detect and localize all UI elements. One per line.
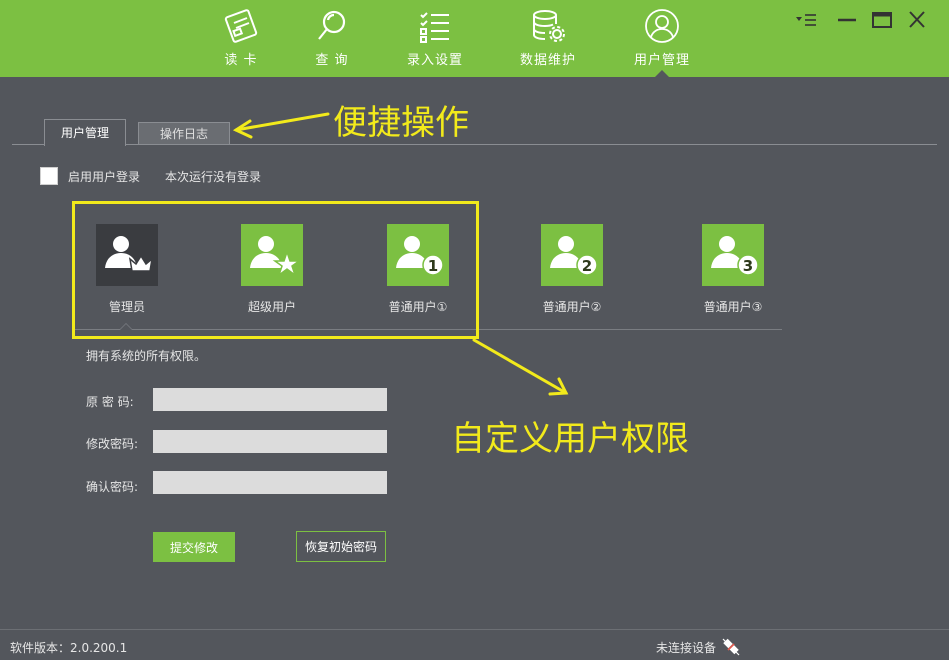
annotation-highlight-box (72, 201, 479, 339)
reset-password-button[interactable]: 恢复初始密码 (296, 531, 386, 562)
role-tile: 3 (702, 224, 764, 286)
device-status: 未连接设备 (656, 641, 717, 655)
tab-operation-log[interactable]: 操作日志 (138, 122, 230, 144)
menu-dropdown-icon[interactable] (795, 10, 817, 30)
status-bar: 软件版本：2.0.200.1 未连接设备 (0, 629, 949, 660)
new-password-label: 修改密码: (86, 437, 139, 451)
list-settings-icon (420, 12, 449, 43)
enable-login-checkbox[interactable] (40, 167, 58, 185)
disconnected-plug-icon (722, 638, 740, 656)
search-icon (318, 10, 346, 40)
normal-user-2-icon: 2 (550, 236, 598, 276)
old-password-label: 原 密 码: (86, 395, 134, 409)
nav-query[interactable]: 查 询 (292, 8, 372, 74)
svg-text:3: 3 (743, 257, 753, 275)
role-tile: 2 (541, 224, 603, 286)
tabs-divider (12, 144, 937, 145)
enable-login-label: 启用用户登录 (68, 170, 141, 184)
card-reader-icon (224, 9, 258, 43)
confirm-password-input[interactable] (153, 471, 387, 494)
tab-user-management[interactable]: 用户管理 (44, 119, 127, 146)
new-password-input[interactable] (153, 430, 387, 453)
database-gear-icon (533, 10, 565, 42)
nav-data-maintenance[interactable]: 数据维护 (508, 8, 588, 74)
normal-user-3-icon: 3 (711, 236, 759, 276)
login-status-text: 本次运行没有登录 (165, 170, 262, 184)
role-label: 普通用户② (542, 300, 602, 314)
nav-user-management[interactable]: 用户管理 (622, 8, 702, 77)
role-description: 拥有系统的所有权限。 (86, 349, 207, 363)
minimize-icon[interactable] (836, 10, 858, 30)
nav-read-card[interactable]: 读 卡 (201, 8, 281, 74)
nav-label: 读 卡 (224, 53, 258, 68)
nav-label: 录入设置 (406, 53, 463, 68)
maximize-icon[interactable] (871, 10, 893, 30)
role-normal-user-2[interactable]: 2 普通用户② (522, 224, 622, 315)
old-password-input[interactable] (153, 388, 387, 411)
nav-label: 用户管理 (633, 53, 690, 68)
role-label: 普通用户③ (703, 300, 763, 314)
annotation-custom-permissions: 自定义用户权限 (451, 419, 689, 459)
submit-change-button[interactable]: 提交修改 (153, 532, 235, 562)
software-version: 软件版本：2.0.200.1 (10, 641, 128, 655)
close-icon[interactable] (906, 10, 928, 30)
role-normal-user-3[interactable]: 3 普通用户③ (683, 224, 783, 315)
nav-label: 查 询 (315, 53, 349, 68)
user-icon (645, 9, 679, 43)
top-navigation-bar: 读 卡 查 询 录入设置 数据维护 用户管理 (0, 0, 949, 77)
nav-label: 数据维护 (519, 53, 576, 68)
nav-entry-settings[interactable]: 录入设置 (395, 8, 475, 74)
annotation-shortcut: 便捷操作 (333, 103, 469, 143)
confirm-password-label: 确认密码: (86, 480, 139, 494)
svg-text:2: 2 (582, 257, 592, 275)
